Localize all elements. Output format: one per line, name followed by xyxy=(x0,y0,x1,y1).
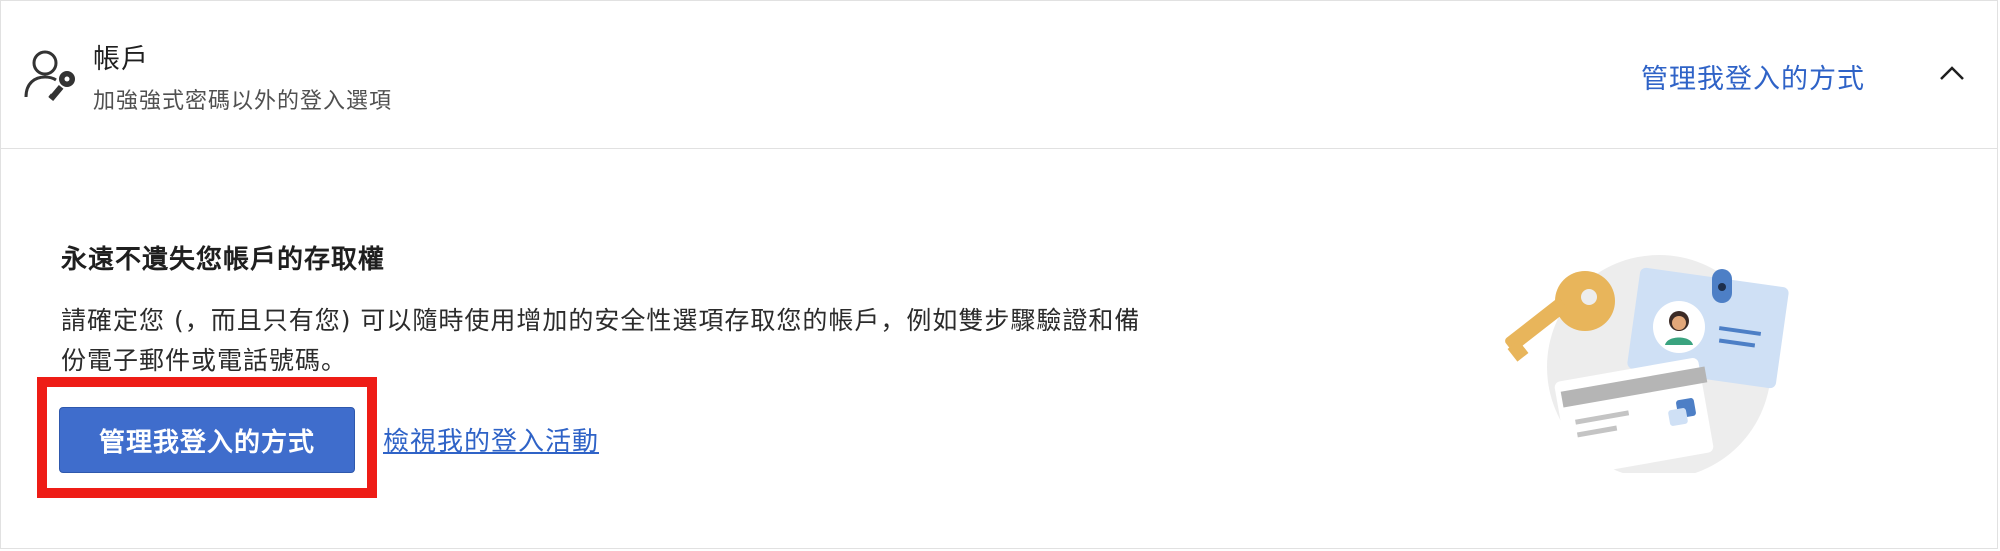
section-description: 請確定您 (，而且只有您) 可以隨時使用增加的安全性選項存取您的帳戶，例如雙步驟… xyxy=(61,306,1141,375)
manage-sign-in-button[interactable]: 管理我登入的方式 xyxy=(59,407,355,473)
manage-sign-in-header-link[interactable]: 管理我登入的方式 xyxy=(1641,57,1865,96)
account-section-header[interactable]: 帳戶 加強強式密碼以外的登入選項 管理我登入的方式 xyxy=(1,1,1997,149)
account-subtitle: 加強強式密碼以外的登入選項 xyxy=(93,89,393,114)
chevron-up-icon[interactable] xyxy=(1935,59,1969,87)
section-heading: 永遠不遺失您帳戶的存取權 xyxy=(61,245,386,275)
security-illustration xyxy=(1505,255,1789,473)
account-card: 帳戶 加強強式密碼以外的登入選項 管理我登入的方式 永遠不遺失您帳戶的存取權 請… xyxy=(0,0,1998,549)
account-title: 帳戶 xyxy=(93,44,149,75)
user-key-icon xyxy=(24,50,75,102)
view-sign-in-activity-link[interactable]: 檢視我的登入活動 xyxy=(383,421,599,458)
